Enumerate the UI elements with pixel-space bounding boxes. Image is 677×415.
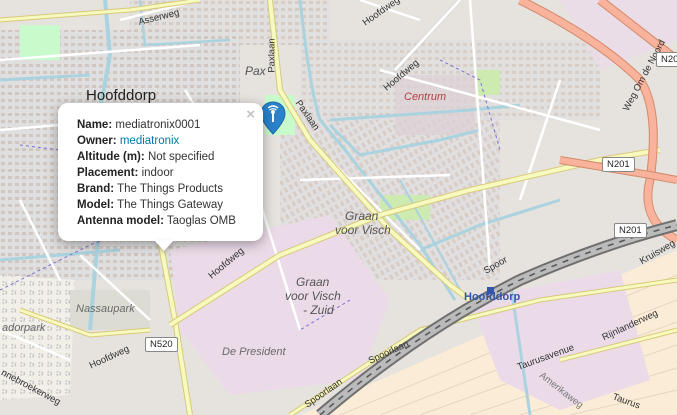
popup-row-name: Name: mediatronix0001 (77, 119, 201, 131)
popup-value: mediatronix0001 (115, 119, 201, 131)
park-area (475, 70, 500, 95)
popup-label: Antenna model (77, 215, 161, 227)
popup-row-model: Model: The Things Gateway (77, 199, 223, 211)
popup-row-placement: Placement: indoor (77, 167, 174, 179)
popup-label: Brand (77, 183, 111, 195)
popup-value: indoor (141, 167, 174, 179)
popup-label: Model (77, 199, 111, 211)
popup-label: Altitude (m) (77, 151, 141, 163)
road-shield-n520: N520 (145, 337, 178, 352)
popup-value: Not specified (147, 151, 215, 163)
popup-value: Taoglas OMB (166, 215, 236, 227)
popup-value: The Things Gateway (117, 199, 223, 211)
popup-row-brand: Brand: The Things Products (77, 183, 223, 195)
station-icon (487, 287, 494, 294)
gateway-marker-icon[interactable] (260, 101, 286, 135)
road-shield-n201-3: N201 (614, 223, 647, 238)
popup-value: The Things Products (117, 183, 223, 195)
popup-row-altitude: Altitude (m): Not specified (77, 151, 215, 163)
popup-tip (154, 240, 174, 251)
nassaupark-area (0, 275, 75, 400)
owner-link[interactable]: mediatronix (120, 135, 179, 147)
popup-label: Owner (77, 135, 113, 147)
road-shield-n201: N201 (656, 52, 677, 67)
gateway-popup: × Name: mediatronix0001 Owner: mediatron… (58, 103, 263, 241)
popup-label: Name (77, 119, 109, 131)
popup-row-antenna: Antenna model: Taoglas OMB (77, 215, 236, 227)
close-icon[interactable]: × (246, 107, 255, 123)
popup-label: Placement (77, 167, 135, 179)
road-shield-n201-2: N201 (602, 157, 635, 172)
popup-row-owner: Owner: mediatronix (77, 135, 180, 147)
